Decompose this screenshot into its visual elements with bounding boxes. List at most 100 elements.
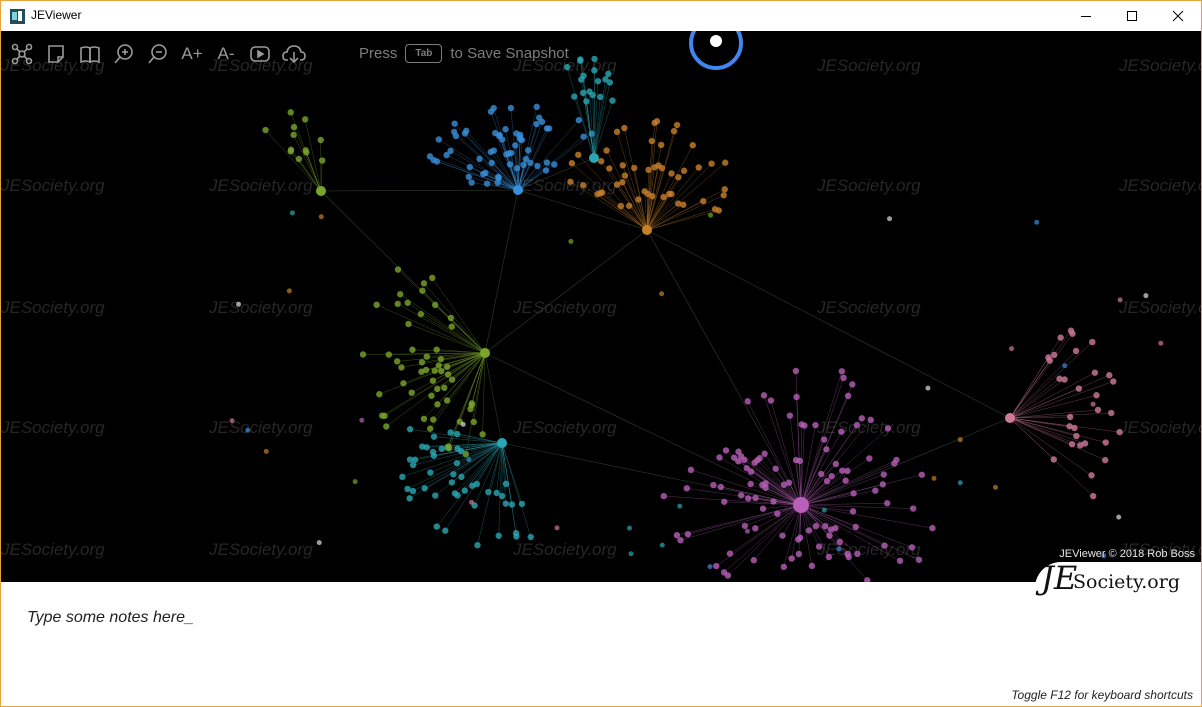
graph-node[interactable] xyxy=(821,507,827,513)
graph-node[interactable] xyxy=(376,391,383,398)
graph-node[interactable] xyxy=(575,151,582,158)
graph-node[interactable] xyxy=(670,127,678,135)
graph-node[interactable] xyxy=(319,157,326,164)
graph-node[interactable] xyxy=(780,481,788,488)
graph-node[interactable] xyxy=(760,392,768,399)
graph-node[interactable] xyxy=(700,197,707,205)
graph-node[interactable] xyxy=(815,543,823,550)
graph-node[interactable] xyxy=(1050,351,1058,359)
graph-node[interactable] xyxy=(398,364,405,371)
graph-node[interactable] xyxy=(884,425,892,432)
graph-node[interactable] xyxy=(722,159,729,166)
graph-node[interactable] xyxy=(826,532,833,539)
graph-node[interactable] xyxy=(418,368,425,375)
graph-node[interactable] xyxy=(594,190,601,198)
graph-node[interactable] xyxy=(660,492,667,500)
graph-node[interactable] xyxy=(287,148,294,155)
graph-node[interactable] xyxy=(516,131,524,139)
graph-node[interactable] xyxy=(648,137,656,145)
graph-node[interactable] xyxy=(423,444,430,451)
graph-node[interactable] xyxy=(427,425,434,432)
graph-node[interactable] xyxy=(931,475,937,481)
graph-node[interactable] xyxy=(352,479,358,485)
graph-node[interactable] xyxy=(589,91,596,99)
graph-node[interactable] xyxy=(619,162,626,169)
graph-edge[interactable] xyxy=(1009,379,1065,419)
graph-node[interactable] xyxy=(792,367,800,375)
graph-node[interactable] xyxy=(466,457,472,463)
graph-hub-node[interactable] xyxy=(513,185,523,195)
graph-node[interactable] xyxy=(579,181,587,189)
graph-edge[interactable] xyxy=(484,229,648,354)
graph-node[interactable] xyxy=(301,116,309,123)
graph-node[interactable] xyxy=(957,437,963,443)
graph-node[interactable] xyxy=(673,121,681,129)
graph-node[interactable] xyxy=(711,205,719,213)
graph-node[interactable] xyxy=(443,363,451,371)
graph-node[interactable] xyxy=(774,510,781,517)
graph-node[interactable] xyxy=(404,299,411,306)
graph-node[interactable] xyxy=(880,471,887,478)
graph-node[interactable] xyxy=(1110,378,1117,385)
graph-node[interactable] xyxy=(689,142,696,149)
graph-node[interactable] xyxy=(432,492,439,499)
graph-node[interactable] xyxy=(825,553,833,561)
graph-hub-node[interactable] xyxy=(316,186,326,196)
graph-node[interactable] xyxy=(603,147,610,154)
graph-node[interactable] xyxy=(469,499,475,505)
graph-node[interactable] xyxy=(466,163,474,171)
graph-node[interactable] xyxy=(263,448,269,454)
graph-node[interactable] xyxy=(1089,492,1097,500)
graph-node[interactable] xyxy=(359,417,365,423)
graph-edge[interactable] xyxy=(800,502,888,506)
graph-edge[interactable] xyxy=(423,283,486,354)
graph-node[interactable] xyxy=(1073,432,1080,440)
graph-node[interactable] xyxy=(673,532,681,539)
graph-edge[interactable] xyxy=(400,294,486,354)
graph-edge[interactable] xyxy=(800,490,876,506)
graph-node[interactable] xyxy=(786,412,794,419)
graph-node[interactable] xyxy=(818,470,825,478)
graph-node[interactable] xyxy=(668,170,675,177)
graph-node[interactable] xyxy=(1046,357,1053,364)
graph-edge[interactable] xyxy=(646,210,719,231)
graph-node[interactable] xyxy=(502,500,509,507)
graph-node[interactable] xyxy=(483,180,491,187)
graph-node[interactable] xyxy=(839,467,846,474)
graph-node[interactable] xyxy=(695,164,702,171)
graph-node[interactable] xyxy=(543,159,551,166)
graph-node[interactable] xyxy=(687,466,695,474)
graph-node[interactable] xyxy=(383,423,390,430)
graph-node[interactable] xyxy=(409,487,417,495)
graph-node[interactable] xyxy=(461,487,468,494)
graph-node[interactable] xyxy=(567,178,574,185)
graph-edge[interactable] xyxy=(471,352,486,404)
graph-node[interactable] xyxy=(563,63,571,71)
book-button[interactable] xyxy=(77,41,103,67)
graph-node[interactable] xyxy=(762,484,769,491)
graph-node[interactable] xyxy=(433,346,440,353)
graph-node[interactable] xyxy=(808,562,816,570)
graph-edge[interactable] xyxy=(716,504,802,567)
graph-node[interactable] xyxy=(752,494,759,502)
graph-edge[interactable] xyxy=(593,82,611,159)
graph-node[interactable] xyxy=(318,214,324,220)
graph-node[interactable] xyxy=(867,416,874,424)
graph-node[interactable] xyxy=(568,160,576,167)
network-graph[interactable]: JESociety.org JESociety.org JESociety.org J… xyxy=(1,31,1201,582)
graph-node[interactable] xyxy=(1143,293,1149,299)
notes-input[interactable]: Type some notes here_ xyxy=(27,609,194,627)
graph-node[interactable] xyxy=(394,266,402,273)
graph-node[interactable] xyxy=(1057,334,1064,341)
graph-node[interactable] xyxy=(443,397,451,404)
graph-node[interactable] xyxy=(659,291,665,297)
graph-node[interactable] xyxy=(450,471,457,478)
graph-node[interactable] xyxy=(429,377,437,384)
graph-node[interactable] xyxy=(538,118,546,125)
network-graph-button[interactable] xyxy=(9,41,35,67)
graph-node[interactable] xyxy=(460,421,466,427)
graph-node[interactable] xyxy=(1088,472,1095,479)
graph-node[interactable] xyxy=(708,160,715,167)
graph-node[interactable] xyxy=(393,358,401,365)
graph-edge[interactable] xyxy=(320,189,519,192)
